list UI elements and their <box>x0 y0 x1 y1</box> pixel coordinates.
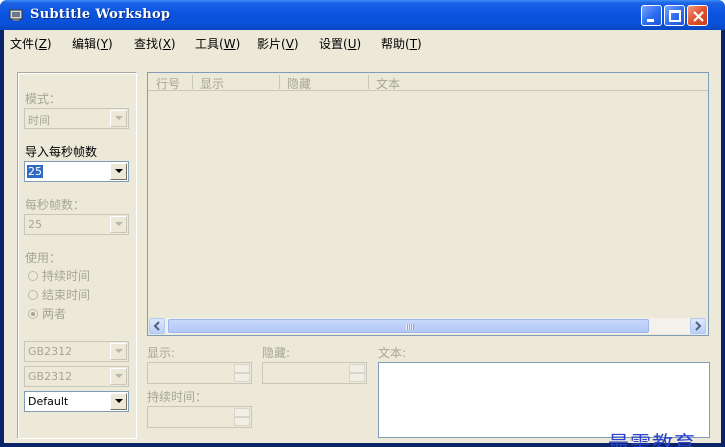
text-label: 文本: <box>378 346 407 360</box>
encoding-select-1[interactable]: GB2312 <box>24 341 129 362</box>
chevron-down-icon <box>110 163 127 180</box>
spin-up-icon[interactable] <box>234 364 250 373</box>
fps-label: 每秒帧数： <box>25 198 86 212</box>
scroll-left-button[interactable] <box>149 318 165 334</box>
chevron-down-icon <box>110 343 127 360</box>
title-bar[interactable]: Subtitle Workshop <box>0 0 725 30</box>
column-divider <box>279 75 280 89</box>
spin-up-icon[interactable] <box>234 408 250 417</box>
grid-header: 行号 显示 隐藏 文本 <box>148 73 708 91</box>
chevron-down-icon <box>110 216 127 233</box>
show-time-input[interactable] <box>147 362 252 384</box>
duration-label: 持续时间： <box>147 390 208 404</box>
import-fps-select[interactable]: 25 <box>24 161 129 182</box>
duration-input[interactable] <box>147 406 252 428</box>
menu-help[interactable]: 帮助(T) <box>381 35 422 52</box>
chevron-down-icon <box>110 110 127 127</box>
column-divider <box>368 75 369 89</box>
subtitle-grid[interactable]: 行号 显示 隐藏 文本 <box>147 72 709 336</box>
radio-both[interactable]: 两者 <box>28 305 66 322</box>
spin-buttons[interactable] <box>234 364 250 382</box>
hide-time-input[interactable] <box>262 362 367 384</box>
menu-bar: 文件(Z) 编辑(Y) 查找(X) 工具(W) 影片(V) 设置(U) 帮助(T… <box>4 30 721 54</box>
menu-tools[interactable]: 工具(W) <box>195 35 240 52</box>
watermark-text: 最需教育 <box>608 432 696 447</box>
menu-file[interactable]: 文件(Z) <box>10 35 52 52</box>
subtitle-text-area[interactable] <box>378 362 710 438</box>
radio-selected-icon <box>28 309 38 319</box>
close-button[interactable] <box>687 5 708 26</box>
spin-buttons[interactable] <box>234 408 250 426</box>
style-select[interactable]: Default <box>24 391 129 412</box>
show-time-label: 显示: <box>147 346 176 360</box>
column-header-hide[interactable]: 隐藏 <box>287 75 311 92</box>
chevron-down-icon <box>110 393 127 410</box>
spin-down-icon[interactable] <box>349 373 365 382</box>
chevron-left-icon <box>153 321 160 331</box>
maximize-button[interactable] <box>664 5 685 26</box>
app-icon <box>8 7 24 23</box>
chevron-down-icon <box>110 368 127 385</box>
spin-down-icon[interactable] <box>234 417 250 426</box>
spin-down-icon[interactable] <box>234 373 250 382</box>
client-area: 文件(Z) 编辑(Y) 查找(X) 工具(W) 影片(V) 设置(U) 帮助(T… <box>4 30 721 447</box>
menu-settings[interactable]: 设置(U) <box>319 35 361 52</box>
import-fps-label: 导入每秒帧数 <box>25 145 98 159</box>
radio-circle-icon <box>28 290 38 300</box>
encoding-select-2[interactable]: GB2312 <box>24 366 129 387</box>
radio-circle-icon <box>28 271 38 281</box>
menu-search[interactable]: 查找(X) <box>134 35 176 52</box>
column-header-text[interactable]: 文本 <box>376 75 400 92</box>
hide-time-label: 隐藏: <box>262 346 291 360</box>
use-label: 使用： <box>25 251 62 265</box>
horizontal-scrollbar[interactable] <box>149 318 707 334</box>
radio-end-time[interactable]: 结束时间 <box>28 286 90 303</box>
minimize-button[interactable] <box>641 5 662 26</box>
column-divider <box>192 75 193 89</box>
grip-icon <box>406 324 414 330</box>
app-window: Subtitle Workshop 文件(Z) 编辑(Y) 查找(X) 工具(W… <box>0 0 725 447</box>
menu-movie[interactable]: 影片(V) <box>257 35 299 52</box>
mode-select[interactable]: 时间 <box>24 108 129 129</box>
spin-buttons[interactable] <box>349 364 365 382</box>
mode-label: 模式： <box>25 92 62 106</box>
spin-up-icon[interactable] <box>349 364 365 373</box>
radio-duration[interactable]: 持续时间 <box>28 267 90 284</box>
scroll-thumb[interactable] <box>168 319 649 333</box>
fps-select[interactable]: 25 <box>24 214 129 235</box>
column-header-show[interactable]: 显示 <box>200 75 224 92</box>
window-title: Subtitle Workshop <box>30 7 171 22</box>
menu-edit[interactable]: 编辑(Y) <box>72 35 113 52</box>
column-header-line[interactable]: 行号 <box>156 75 180 92</box>
scroll-right-button[interactable] <box>690 318 706 334</box>
sidebar-panel: 模式： 时间 导入每秒帧数 25 每秒帧数： 25 使用： 持续时间 结束时间 … <box>17 72 137 439</box>
chevron-right-icon <box>695 321 702 331</box>
